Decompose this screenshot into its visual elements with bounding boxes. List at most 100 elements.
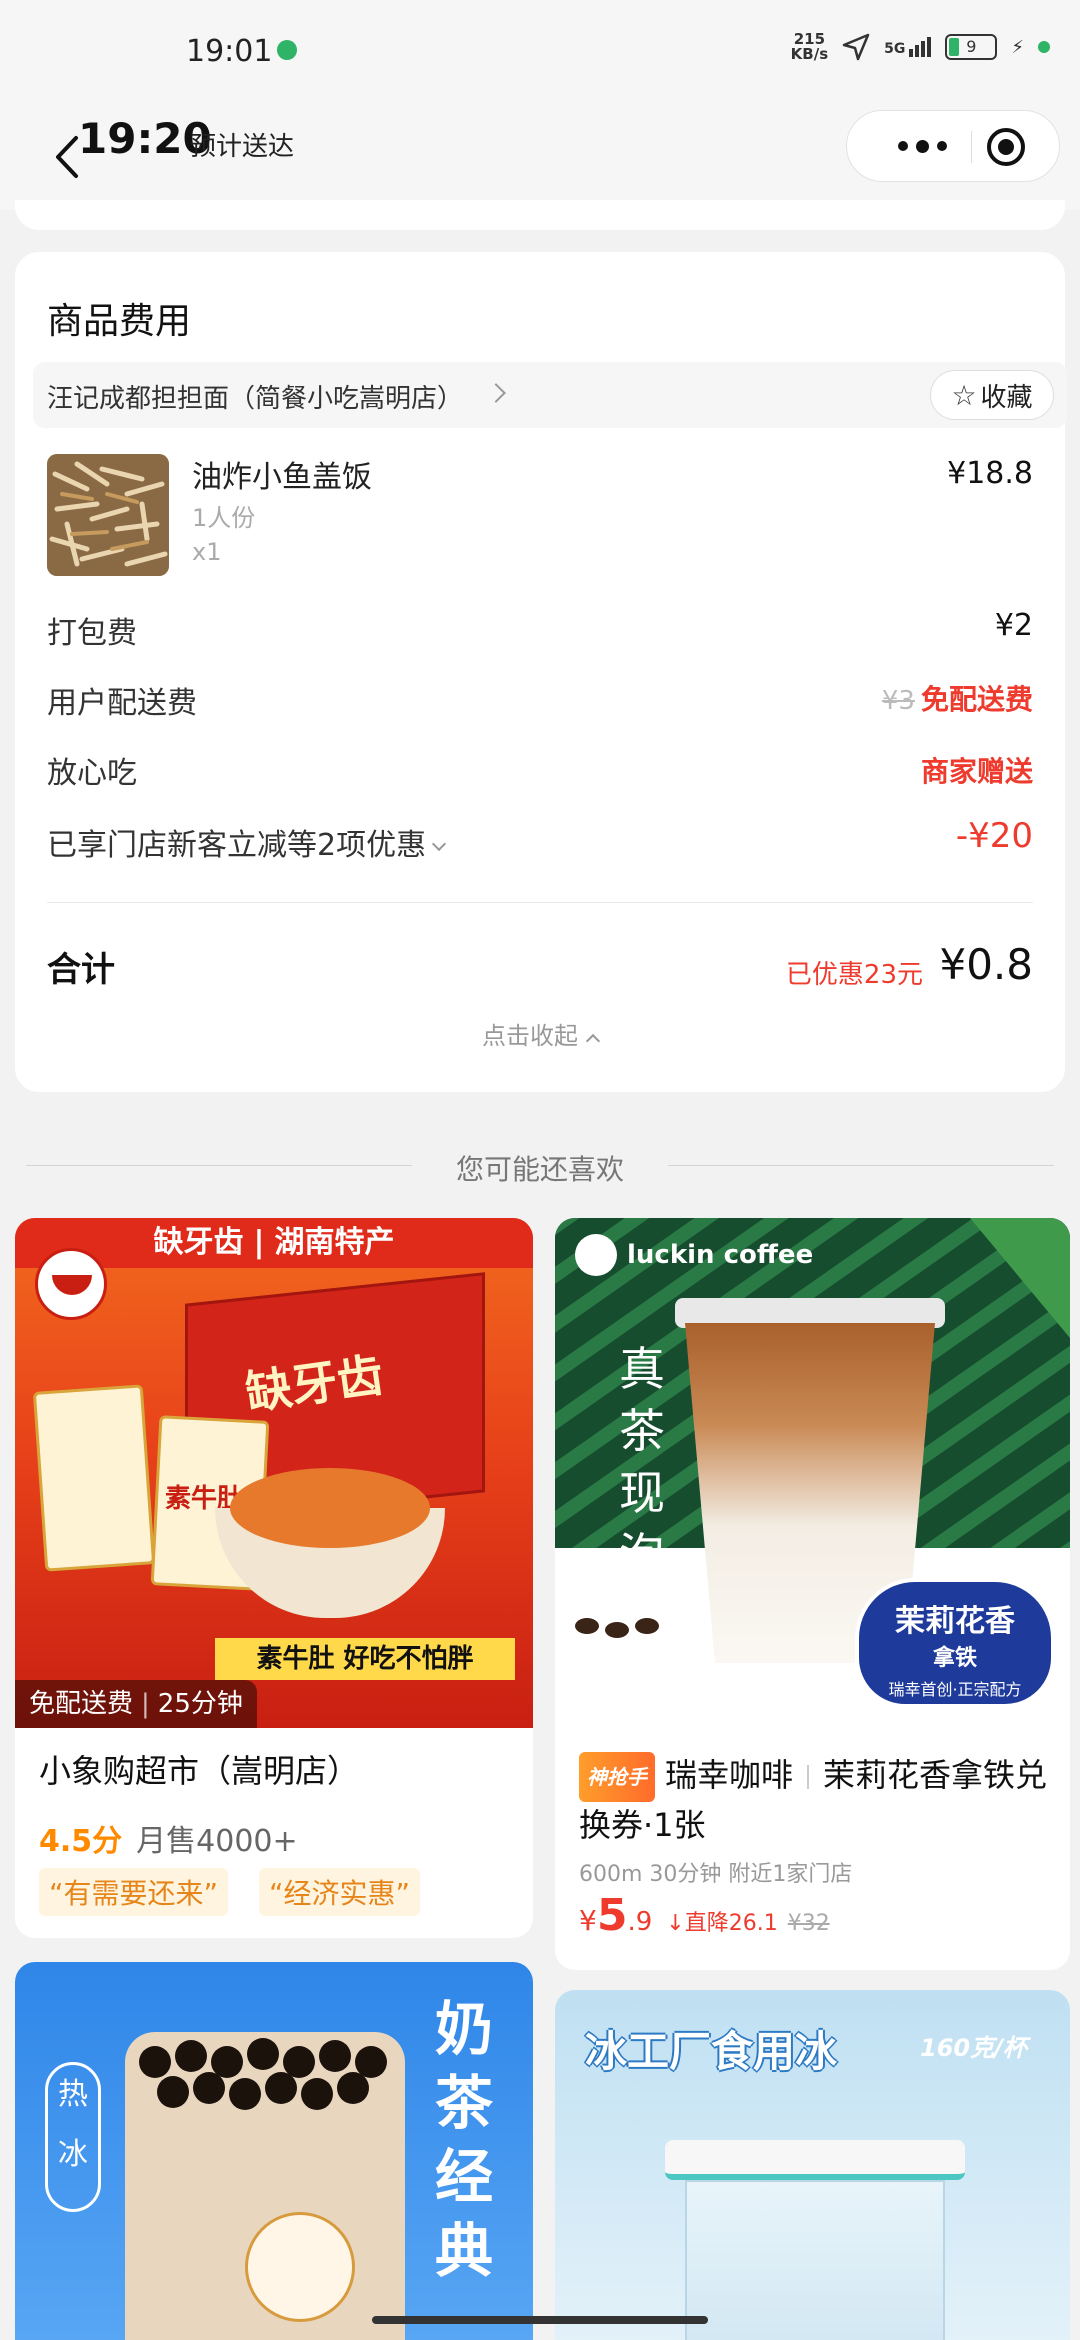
banner-brand: 缺牙齿 — [153, 1225, 244, 1260]
shop-rating: 4.5分 月售4000+ — [39, 1816, 298, 1860]
shop-bar[interactable]: 汪记成都担担面（简餐小吃嵩明店） ☆ 收藏 — [33, 362, 1067, 428]
badge-foot: 瑞幸首创·正宗配方 — [888, 1680, 1022, 1699]
favorite-button[interactable]: ☆ 收藏 — [930, 370, 1054, 420]
promo-tag: 神抢手 — [579, 1752, 655, 1802]
delivery-fee-label: 用户配送费 — [47, 686, 197, 721]
mascot-icon — [245, 2212, 355, 2322]
discount-value: -¥20 — [955, 816, 1033, 856]
speed-unit: KB/s — [790, 45, 829, 63]
shop-name[interactable]: 汪记成都担担面（简餐小吃嵩明店） — [47, 378, 463, 415]
badge-title: 茉莉花香 — [895, 1604, 1015, 1639]
item-price: ¥18.8 — [947, 456, 1033, 491]
top-nav: 19:20 预计送达 — [0, 100, 1080, 210]
network-type: 5G — [884, 41, 906, 57]
shop-title: 小象购超市（嵩明店） — [39, 1752, 360, 1790]
boba-pearls — [139, 2038, 387, 2110]
section-divider-right — [668, 1165, 1054, 1166]
promo-badge: 茉莉花香 拿铁 瑞幸首创·正宗配方 — [855, 1578, 1055, 1708]
product-card[interactable]: luckin coffee 真茶现泡 茉莉花香 拿铁 瑞幸首创·正宗配方 神抢手… — [555, 1218, 1070, 1970]
product-image: 冰工厂食用冰 160克/杯 — [555, 1990, 1070, 2340]
status-time: 19:01 — [186, 34, 273, 69]
more-icon[interactable] — [877, 111, 967, 181]
privacy-indicator-icon — [1038, 41, 1050, 53]
banner-region: 湖南特产 — [274, 1225, 395, 1260]
safe-eat-value: 商家赠送 — [920, 755, 1033, 788]
ice-cup — [685, 2180, 945, 2340]
status-icons: 215 KB/s 5G 9 ⚡ — [791, 32, 1050, 62]
signal-icon: 5G — [884, 37, 932, 57]
eta-label: 预计送达 — [190, 132, 295, 162]
collapse-label: 点击收起 — [482, 1022, 578, 1050]
badge-ice: 冰 — [58, 2137, 88, 2172]
total-saved: 已优惠23元 — [785, 960, 923, 990]
packing-fee-value: ¥2 — [994, 608, 1033, 643]
item-quantity: x1 — [192, 538, 222, 566]
miniapp-capsule — [846, 110, 1060, 182]
poster-text: 奶茶经典 — [435, 1995, 494, 2285]
capsule-divider — [971, 131, 972, 163]
delivery-fee-free: 免配送费 — [920, 683, 1033, 716]
discount-label: 已享门店新客立减等2项优惠 — [47, 828, 427, 863]
fees-card: 商品费用 汪记成都担担面（简餐小吃嵩明店） ☆ 收藏 油炸小鱼盖饭 1人份 x1… — [15, 252, 1067, 1092]
star-icon: ☆ — [951, 378, 977, 412]
divider — [47, 902, 1033, 903]
recommend-title: 您可能还喜欢 — [455, 1153, 624, 1186]
delivery-fee-original: ¥3 — [881, 686, 915, 716]
item-image — [47, 454, 169, 576]
temp-badge: 热 冰 — [45, 2062, 101, 2212]
luckin-logo-text: luckin coffee — [627, 1240, 814, 1270]
item-name: 油炸小鱼盖饭 — [192, 460, 372, 495]
product-image: luckin coffee 真茶现泡 茉莉花香 拿铁 瑞幸首创·正宗配方 — [555, 1218, 1070, 1730]
product-meta: 600m 30分钟 附近1家门店 — [579, 1862, 853, 1887]
product-shop: 瑞幸咖啡 — [665, 1756, 794, 1794]
monthly-sales: 月售4000+ — [136, 1824, 298, 1859]
luckin-logo: luckin coffee — [575, 1234, 813, 1276]
home-indicator[interactable] — [372, 2316, 708, 2324]
previous-card-bottom — [15, 200, 1065, 230]
product-title: 神抢手 瑞幸咖啡 茉莉花香拿铁兑换券·1张 — [579, 1752, 1059, 1848]
badge-hot: 热 — [58, 2077, 88, 2112]
charging-icon: ⚡ — [1011, 36, 1024, 58]
poster-sub: 160克/杯 — [920, 2034, 1027, 2062]
close-miniapp-icon[interactable] — [987, 128, 1025, 166]
rating-score: 4.5分 — [39, 1824, 123, 1859]
review-tag: “有需要还来” — [39, 1868, 229, 1916]
price-dec: .9 — [627, 1907, 653, 1937]
brand-logo-icon — [35, 1248, 107, 1320]
coffee-beans — [575, 1618, 665, 1638]
collapse-button[interactable]: 点击收起 — [15, 1016, 1065, 1051]
discount-row[interactable]: 已享门店新客立减等2项优惠 — [47, 820, 447, 864]
battery-level: 9 — [966, 37, 977, 56]
location-icon — [842, 33, 870, 61]
poster-vertical-text: 真茶现泡 — [619, 1342, 665, 1582]
item-portion: 1人份 — [192, 504, 256, 532]
favorite-label: 收藏 — [980, 382, 1033, 413]
ice-cup-lid — [665, 2140, 965, 2180]
review-tag: “经济实惠” — [259, 1868, 421, 1916]
food — [230, 1468, 430, 1548]
price-currency: ¥ — [579, 1904, 597, 1937]
product-card[interactable]: 冰工厂食用冰 160克/杯 — [555, 1990, 1070, 2340]
packing-fee-label: 打包费 — [47, 616, 137, 651]
product-card[interactable]: 缺牙齿 | 湖南特产 缺牙齿 素牛肚 素牛肚 好吃不怕胖 免配送费 | 25分钟 小象购… — [15, 1218, 533, 1938]
chevron-right-icon — [486, 383, 506, 403]
poster-title: 冰工厂食用冰 — [585, 2027, 838, 2076]
chevron-up-icon — [585, 1033, 601, 1049]
price-original: ¥32 — [787, 1911, 830, 1936]
fees-title: 商品费用 — [47, 301, 192, 342]
delivery-fee-value: ¥3 免配送费 — [882, 678, 1033, 718]
delivery-overlay: 免配送费 | 25分钟 — [15, 1680, 257, 1728]
product-image: 奶茶经典 热 冰 — [15, 1962, 533, 2340]
slogan: 素牛肚 好吃不怕胖 — [215, 1638, 515, 1680]
network-speed: 215 KB/s — [791, 32, 828, 62]
total-label: 合计 — [47, 950, 115, 990]
chevron-down-icon — [432, 836, 447, 852]
product-card[interactable]: 奶茶经典 热 冰 — [15, 1962, 533, 2340]
badge-sub: 拿铁 — [932, 1646, 977, 1671]
price-int: 5 — [596, 1890, 628, 1941]
title-separator — [807, 1765, 810, 1789]
price-drop-icon: ↓ — [666, 1911, 685, 1936]
deer-logo-icon — [575, 1234, 617, 1276]
product-packet — [32, 1384, 156, 1572]
overlay-time: 25分钟 — [157, 1689, 243, 1719]
